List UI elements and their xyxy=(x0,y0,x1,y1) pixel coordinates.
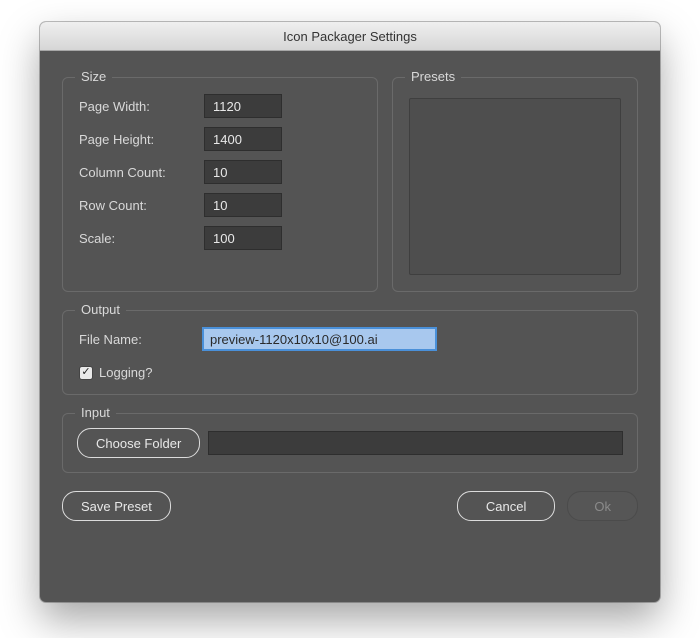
file-name-label: File Name: xyxy=(79,332,202,347)
dialog-window: Icon Packager Settings Size Page Width: … xyxy=(40,22,660,602)
folder-path-display xyxy=(208,431,623,455)
top-row: Size Page Width: Page Height: Column Cou… xyxy=(62,69,638,292)
row-count-input[interactable] xyxy=(204,193,282,217)
bottom-button-row: Save Preset Cancel Ok xyxy=(62,491,638,521)
page-width-label: Page Width: xyxy=(79,99,204,114)
input-row: Choose Folder xyxy=(77,428,623,458)
input-group-label: Input xyxy=(75,405,116,420)
window-title: Icon Packager Settings xyxy=(283,29,417,44)
check-icon: ✓ xyxy=(81,367,90,378)
titlebar: Icon Packager Settings xyxy=(40,22,660,51)
logging-checkbox[interactable]: ✓ xyxy=(79,366,93,380)
save-preset-button[interactable]: Save Preset xyxy=(62,491,171,521)
choose-folder-button[interactable]: Choose Folder xyxy=(77,428,200,458)
logging-row: ✓ Logging? xyxy=(79,365,621,380)
presets-list[interactable] xyxy=(409,98,621,275)
size-group: Size Page Width: Page Height: Column Cou… xyxy=(62,77,378,292)
page-height-row: Page Height: xyxy=(79,127,361,151)
column-count-input[interactable] xyxy=(204,160,282,184)
dialog-content: Size Page Width: Page Height: Column Cou… xyxy=(40,51,660,602)
page-width-row: Page Width: xyxy=(79,94,361,118)
output-group: Output File Name: ✓ Logging? xyxy=(62,310,638,395)
page-height-input[interactable] xyxy=(204,127,282,151)
ok-button[interactable]: Ok xyxy=(567,491,638,521)
file-name-input[interactable] xyxy=(202,327,437,351)
column-count-row: Column Count: xyxy=(79,160,361,184)
page-width-input[interactable] xyxy=(204,94,282,118)
page-height-label: Page Height: xyxy=(79,132,204,147)
logging-label: Logging? xyxy=(99,365,153,380)
scale-row: Scale: xyxy=(79,226,361,250)
scale-input[interactable] xyxy=(204,226,282,250)
presets-group: Presets xyxy=(392,77,638,292)
row-count-row: Row Count: xyxy=(79,193,361,217)
scale-label: Scale: xyxy=(79,231,204,246)
row-count-label: Row Count: xyxy=(79,198,204,213)
presets-group-label: Presets xyxy=(405,69,461,84)
size-group-label: Size xyxy=(75,69,112,84)
file-name-row: File Name: xyxy=(79,327,621,351)
output-group-label: Output xyxy=(75,302,126,317)
column-count-label: Column Count: xyxy=(79,165,204,180)
cancel-button[interactable]: Cancel xyxy=(457,491,555,521)
input-group: Input Choose Folder xyxy=(62,413,638,473)
